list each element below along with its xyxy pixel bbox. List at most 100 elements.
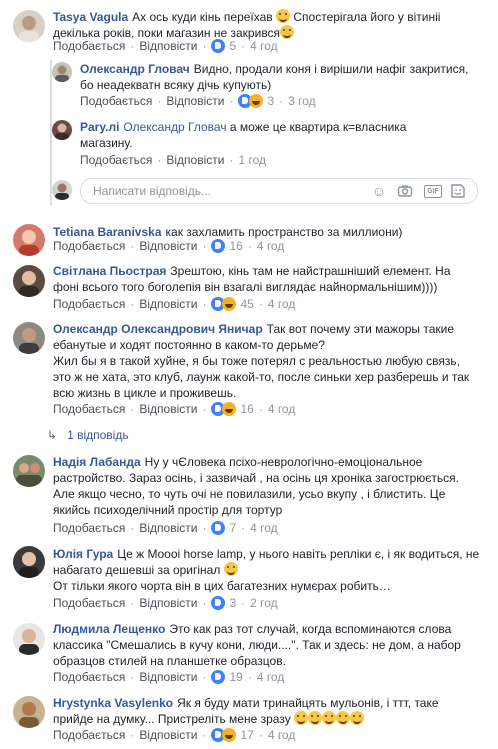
comment-body: Людмила Лещенко Это как раз тот случай, к… (53, 621, 478, 669)
comment-actions: Подобається · Відповісти · 45 · 4 год (53, 297, 296, 311)
like-button[interactable]: Подобається (53, 239, 125, 253)
reply-button[interactable]: Відповісти (139, 596, 197, 610)
like-button[interactable]: Подобається (53, 596, 125, 610)
reaction-count[interactable]: 45 (211, 297, 254, 311)
like-button[interactable]: Подобається (53, 670, 125, 684)
avatar[interactable] (13, 224, 45, 256)
avatar[interactable] (13, 265, 45, 297)
comment-actions: Подобається · Відповісти · 3 · 3 год (80, 94, 316, 108)
comment-time[interactable]: 2 год (250, 596, 278, 610)
avatar[interactable] (13, 623, 45, 655)
reply-arrow-icon: ↳ (47, 428, 58, 442)
reply-box[interactable]: ☺ GIF (80, 178, 478, 204)
comment-author[interactable]: Людмила Лещенко (53, 622, 165, 636)
view-replies-link[interactable]: ↳ 1 відповідь (47, 428, 129, 442)
sticker-icon[interactable] (450, 183, 466, 199)
comment-body: Світлана Пьострая Зрештою, кінь там не на… (53, 263, 478, 295)
comment-actions: Подобається · Відповісти · 16 · 4 год (53, 239, 285, 253)
like-button[interactable]: Подобається (53, 402, 125, 416)
reply-button[interactable]: Відповісти (139, 297, 197, 311)
comment-text: Ах ось куди кінь переїхав (132, 10, 273, 24)
comment-actions: Подобається · Відповісти · 3 · 2 год (53, 596, 278, 610)
comment-text: От тільки якого чорта він в цих багатезн… (53, 579, 391, 593)
avatar[interactable] (52, 62, 72, 82)
reply-button[interactable]: Відповісти (139, 670, 197, 684)
reply-button[interactable]: Відповісти (139, 521, 197, 535)
comment-actions: Подобається · Відповісти · 16 · 4 год (53, 402, 296, 416)
reaction-count[interactable]: 19 (211, 670, 243, 684)
comment-author[interactable]: Світлана Пьострая (53, 264, 166, 278)
smiley-icon[interactable]: ☺ (371, 183, 387, 199)
comment-body: Юлія Гура Це ж Moooi horse lamp, у нього … (53, 546, 483, 594)
mention-link[interactable]: Олександр Гловач (123, 120, 226, 134)
like-button[interactable]: Подобається (53, 521, 125, 535)
reaction-count[interactable]: 16 (211, 239, 243, 253)
grinning-face-icon (280, 25, 295, 39)
comment-actions: Подобається · Відповісти · 17 · 4 год (53, 728, 296, 742)
comment-author[interactable]: Pary.лі (80, 120, 119, 134)
reply-button[interactable]: Відповісти (139, 402, 197, 416)
comment-time[interactable]: 4 год (268, 728, 296, 742)
haha-icon (222, 402, 237, 416)
comment-author[interactable]: Олександр Олександрович Яничар (53, 322, 263, 336)
haha-icon (222, 297, 237, 311)
comment-body: Tetiana Baranivska как захламить простран… (53, 224, 483, 240)
reply-button[interactable]: Відповісти (139, 39, 197, 53)
laughing-face-icon (322, 711, 337, 725)
comment-author[interactable]: Юлія Гура (53, 547, 113, 561)
comment-time[interactable]: 4 год (250, 39, 278, 53)
like-button[interactable]: Подобається (80, 153, 152, 167)
comment-text: как захламить пространство за миллиони) (165, 225, 403, 239)
comment-author[interactable]: Hrystynka Vasylenko (53, 696, 173, 710)
comment-time[interactable]: 4 год (257, 670, 285, 684)
comment-body: Олександр Олександрович Яничар Так вот по… (53, 321, 481, 401)
comment-author[interactable]: Tasya Vagula (53, 10, 128, 24)
avatar (52, 180, 72, 200)
reaction-count[interactable]: 7 (211, 521, 236, 535)
like-icon (211, 670, 226, 684)
comment-time[interactable]: 4 год (268, 402, 296, 416)
like-icon (211, 39, 226, 53)
camera-icon[interactable] (397, 183, 413, 199)
comment-author[interactable]: Надія Лабанда (53, 455, 141, 469)
reply-button[interactable]: Відповісти (166, 94, 224, 108)
comment-body: Олександр Гловач Видно, продали коня і ви… (80, 61, 475, 93)
reply-button[interactable]: Відповісти (166, 153, 224, 167)
comment-body: Надія Лабанда Ну у чЄловека псіхо-невроло… (53, 454, 483, 518)
comment-actions: Подобається · Відповісти · 7 · 4 год (53, 521, 278, 535)
like-button[interactable]: Подобається (53, 297, 125, 311)
avatar[interactable] (52, 120, 72, 140)
reaction-count[interactable]: 16 (211, 402, 254, 416)
comment-body: Hrystynka Vasylenko Як я буду мати тринай… (53, 695, 478, 727)
like-icon (211, 239, 226, 253)
comment-time[interactable]: 1 год (238, 153, 266, 167)
comment-time[interactable]: 4 год (268, 297, 296, 311)
haha-icon (249, 94, 264, 108)
comment-time[interactable]: 4 год (257, 239, 285, 253)
reaction-count[interactable]: 3 (238, 94, 274, 108)
comment-time[interactable]: 3 год (288, 94, 316, 108)
grinning-face-icon (276, 9, 291, 23)
like-button[interactable]: Подобається (53, 728, 125, 742)
comment-author[interactable]: Олександр Гловач (80, 62, 190, 76)
avatar[interactable] (13, 322, 45, 354)
like-button[interactable]: Подобається (53, 39, 125, 53)
comment-time[interactable]: 4 год (250, 521, 278, 535)
reaction-count[interactable]: 17 (211, 728, 254, 742)
reaction-count[interactable]: 5 (211, 39, 236, 53)
laughing-face-icon (308, 711, 323, 725)
avatar[interactable] (13, 546, 45, 578)
avatar[interactable] (13, 455, 45, 487)
comment-author[interactable]: Tetiana Baranivska (53, 225, 162, 239)
reply-button[interactable]: Відповісти (139, 239, 197, 253)
avatar[interactable] (13, 10, 45, 42)
grinning-face-icon (223, 562, 238, 576)
avatar[interactable] (13, 696, 45, 728)
reply-input[interactable] (91, 183, 345, 199)
reply-button[interactable]: Відповісти (139, 728, 197, 742)
like-button[interactable]: Подобається (80, 94, 152, 108)
reaction-count[interactable]: 3 (211, 596, 236, 610)
gif-icon[interactable]: GIF (424, 185, 442, 198)
comment-text: Жил бы я в такой хуйне, я бы тоже потеря… (53, 354, 470, 400)
laughing-face-icon (336, 711, 351, 725)
